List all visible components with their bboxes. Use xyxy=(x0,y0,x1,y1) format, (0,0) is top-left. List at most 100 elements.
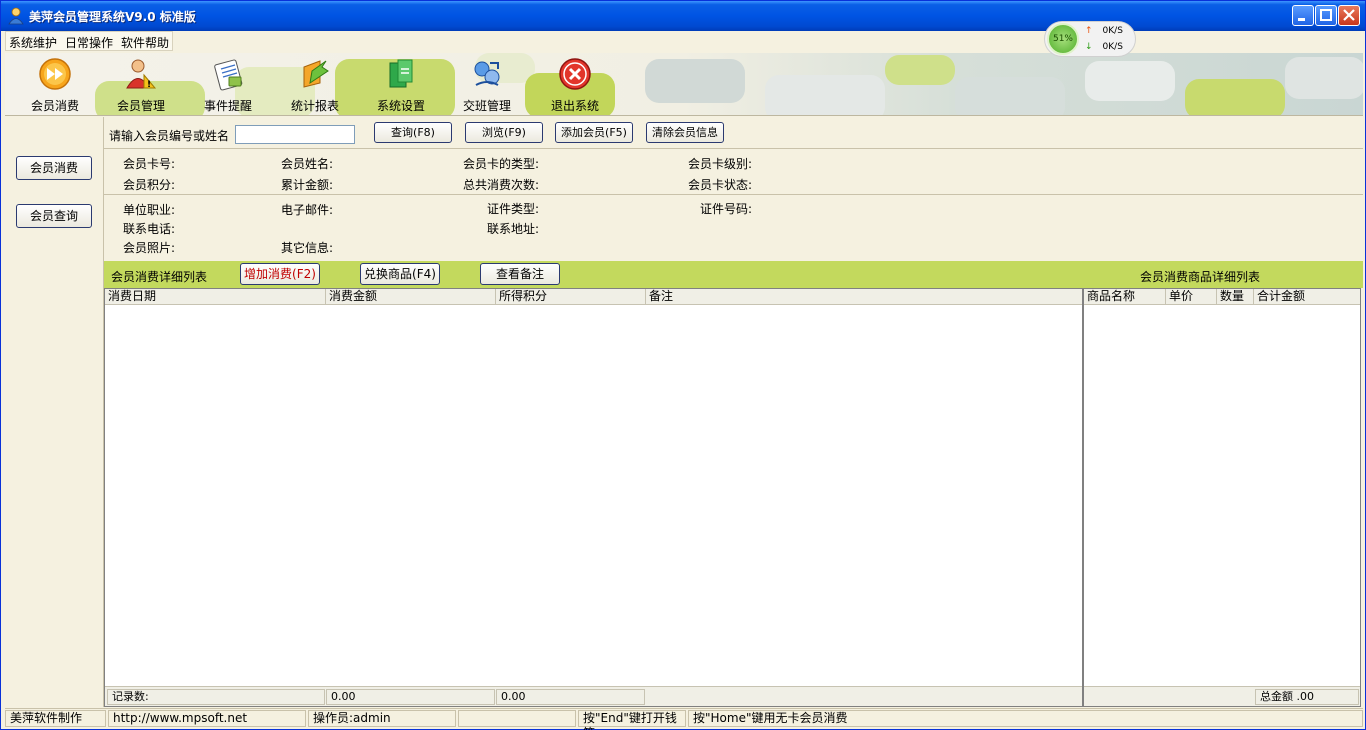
minimize-button[interactable] xyxy=(1292,5,1314,26)
network-percent: 51% xyxy=(1047,23,1079,55)
col-unit-price[interactable]: 单价 xyxy=(1166,289,1217,304)
toolbar-shift-manage[interactable]: 交班管理 xyxy=(447,57,527,113)
photo-label: 会员照片: xyxy=(123,241,176,255)
close-icon xyxy=(1343,9,1355,21)
consume-count-label: 总共消费次数: xyxy=(463,178,540,192)
col-goods-name[interactable]: 商品名称 xyxy=(1084,289,1166,304)
toolbar-decoration xyxy=(1285,57,1363,99)
upload-arrow-icon: ↑ xyxy=(1085,26,1093,36)
minimize-icon xyxy=(1298,18,1305,21)
col-quantity[interactable]: 数量 xyxy=(1217,289,1254,304)
goods-table-footer: 总金额 .00 xyxy=(1084,686,1360,706)
member-info-extended: 单位职业: 电子邮件: 证件类型: 证件号码: 联系电话: 联系地址: 会员照片… xyxy=(104,196,1363,260)
sum-consume-amount: 0.00 xyxy=(326,689,495,705)
col-total-amount[interactable]: 合计金额 xyxy=(1254,289,1360,304)
toolbar: 会员消费 ! 会员管理 事件提醒 统计报表 系统设置 交班管理 退出系统 xyxy=(5,53,1363,116)
toolbar-label: 会员管理 xyxy=(116,99,165,113)
view-notes-button[interactable]: 查看备注 xyxy=(480,263,560,285)
exit-icon xyxy=(559,58,591,90)
status-website[interactable]: http://www.mpsoft.net xyxy=(108,710,306,727)
exchange-goods-button[interactable]: 兑换商品(F4) xyxy=(360,263,440,285)
svg-text:!: ! xyxy=(147,80,151,90)
col-consume-amount[interactable]: 消费金额 xyxy=(326,289,496,304)
close-button[interactable] xyxy=(1338,5,1360,26)
card-level-label: 会员卡级别: xyxy=(688,157,753,171)
window-title: 美萍会员管理系统V9.0 标准版 xyxy=(29,10,196,24)
total-amount-label: 累计金额: xyxy=(281,178,334,192)
status-hint-home: 按"Home"键用无卡会员消费 xyxy=(688,710,1363,727)
col-points-earned[interactable]: 所得积分 xyxy=(496,289,646,304)
app-window: 美萍会员管理系统V9.0 标准版 系统维护 日常操作 软件帮助 会员消费 ! 会… xyxy=(0,0,1366,730)
toolbar-decoration xyxy=(955,77,1065,115)
add-member-button[interactable]: 添加会员(F5) xyxy=(555,122,633,143)
member-name-label: 会员姓名: xyxy=(281,157,334,171)
toolbar-label: 系统设置 xyxy=(376,99,425,113)
menu-group: 系统维护 日常操作 软件帮助 xyxy=(5,31,174,51)
status-hint-end: 按"End"键打开钱箱 xyxy=(578,710,686,730)
query-button[interactable]: 查询(F8) xyxy=(374,122,452,143)
sum-points: 0.00 xyxy=(496,689,645,705)
members-icon: ! xyxy=(126,59,157,90)
browse-button[interactable]: 浏览(F9) xyxy=(465,122,543,143)
download-arrow-icon: ↓ xyxy=(1085,42,1093,52)
card-status-label: 会员卡状态: xyxy=(688,178,753,192)
toolbar-decoration xyxy=(765,75,885,115)
consume-table-header: 消费日期 消费金额 所得积分 备注 xyxy=(105,289,1082,305)
network-widget: 51% ↑ 0K/S ↓ 0K/S xyxy=(1044,21,1136,57)
toolbar-decoration xyxy=(885,55,955,85)
member-search-input[interactable] xyxy=(235,125,355,144)
toolbar-system-settings[interactable]: 系统设置 xyxy=(361,57,441,113)
main-panel: 请输入会员编号或姓名 查询(F8) 浏览(F9) 添加会员(F5) 清除会员信息… xyxy=(104,117,1363,707)
card-type-label: 会员卡的类型: xyxy=(463,157,540,171)
status-vendor: 美萍软件制作 xyxy=(5,710,106,727)
menu-system-maintenance[interactable]: 系统维护 xyxy=(9,36,57,50)
toolbar-label: 会员消费 xyxy=(30,99,79,113)
maximize-button[interactable] xyxy=(1315,5,1337,26)
goods-table-header: 商品名称 单价 数量 合计金额 xyxy=(1084,289,1360,305)
shift-icon xyxy=(474,61,500,86)
nav-member-query-button[interactable]: 会员查询 xyxy=(16,204,92,228)
nav-member-consume-button[interactable]: 会员消费 xyxy=(16,156,92,180)
card-number-label: 会员卡号: xyxy=(123,157,176,171)
toolbar-decoration xyxy=(645,59,745,103)
toolbar-label: 事件提醒 xyxy=(203,99,252,113)
id-type-label: 证件类型: xyxy=(487,202,540,216)
toolbar-exit[interactable]: 退出系统 xyxy=(535,57,615,113)
add-consume-button[interactable]: 增加消费(F2) xyxy=(240,263,320,285)
occupation-label: 单位职业: xyxy=(123,203,176,217)
status-operator: 操作员:admin xyxy=(308,710,456,727)
toolbar-statistics[interactable]: 统计报表 xyxy=(275,57,355,113)
menu-bar: 系统维护 日常操作 软件帮助 xyxy=(5,31,1363,52)
toolbar-label: 退出系统 xyxy=(550,99,599,113)
toolbar-event-reminder[interactable]: 事件提醒 xyxy=(188,57,268,113)
clear-member-button[interactable]: 清除会员信息 xyxy=(646,122,724,143)
menu-daily-operation[interactable]: 日常操作 xyxy=(65,36,113,50)
col-notes[interactable]: 备注 xyxy=(646,289,1082,304)
toolbar-label: 交班管理 xyxy=(462,99,511,113)
email-label: 电子邮件: xyxy=(281,203,334,217)
consume-table-footer: 记录数: 0.00 0.00 xyxy=(105,686,1082,706)
status-empty xyxy=(458,710,576,727)
toolbar-decoration xyxy=(1185,79,1285,115)
left-nav: 会员消费 会员查询 xyxy=(5,117,104,707)
address-label: 联系地址: xyxy=(487,222,540,236)
report-icon xyxy=(303,60,329,88)
upload-speed: 0K/S xyxy=(1102,26,1123,36)
consume-table[interactable]: 消费日期 消费金额 所得积分 备注 记录数: 0.00 0.00 xyxy=(104,288,1083,707)
goods-total-amount: 总金额 .00 xyxy=(1255,689,1359,705)
menu-help[interactable]: 软件帮助 xyxy=(121,36,169,50)
record-count: 记录数: xyxy=(107,689,325,705)
toolbar-member-consume[interactable]: 会员消费 xyxy=(15,57,95,113)
toolbar-member-manage[interactable]: ! 会员管理 xyxy=(101,57,181,113)
member-info-basic: 会员卡号: 会员姓名: 会员卡的类型: 会员卡级别: 会员积分: 累计金额: 总… xyxy=(104,150,1363,195)
status-bar: 美萍软件制作 http://www.mpsoft.net 操作员:admin 按… xyxy=(5,708,1363,730)
search-row: 请输入会员编号或姓名 查询(F8) 浏览(F9) 添加会员(F5) 清除会员信息 xyxy=(104,117,1363,149)
col-consume-date[interactable]: 消费日期 xyxy=(105,289,326,304)
title-bar: 美萍会员管理系统V9.0 标准版 xyxy=(1,1,1365,31)
toolbar-label: 统计报表 xyxy=(290,99,339,113)
toolbar-decoration xyxy=(1085,61,1175,101)
other-info-label: 其它信息: xyxy=(281,241,334,255)
maximize-icon xyxy=(1320,9,1332,21)
search-label: 请输入会员编号或姓名 xyxy=(109,129,230,143)
goods-table[interactable]: 商品名称 单价 数量 合计金额 总金额 .00 xyxy=(1083,288,1361,707)
